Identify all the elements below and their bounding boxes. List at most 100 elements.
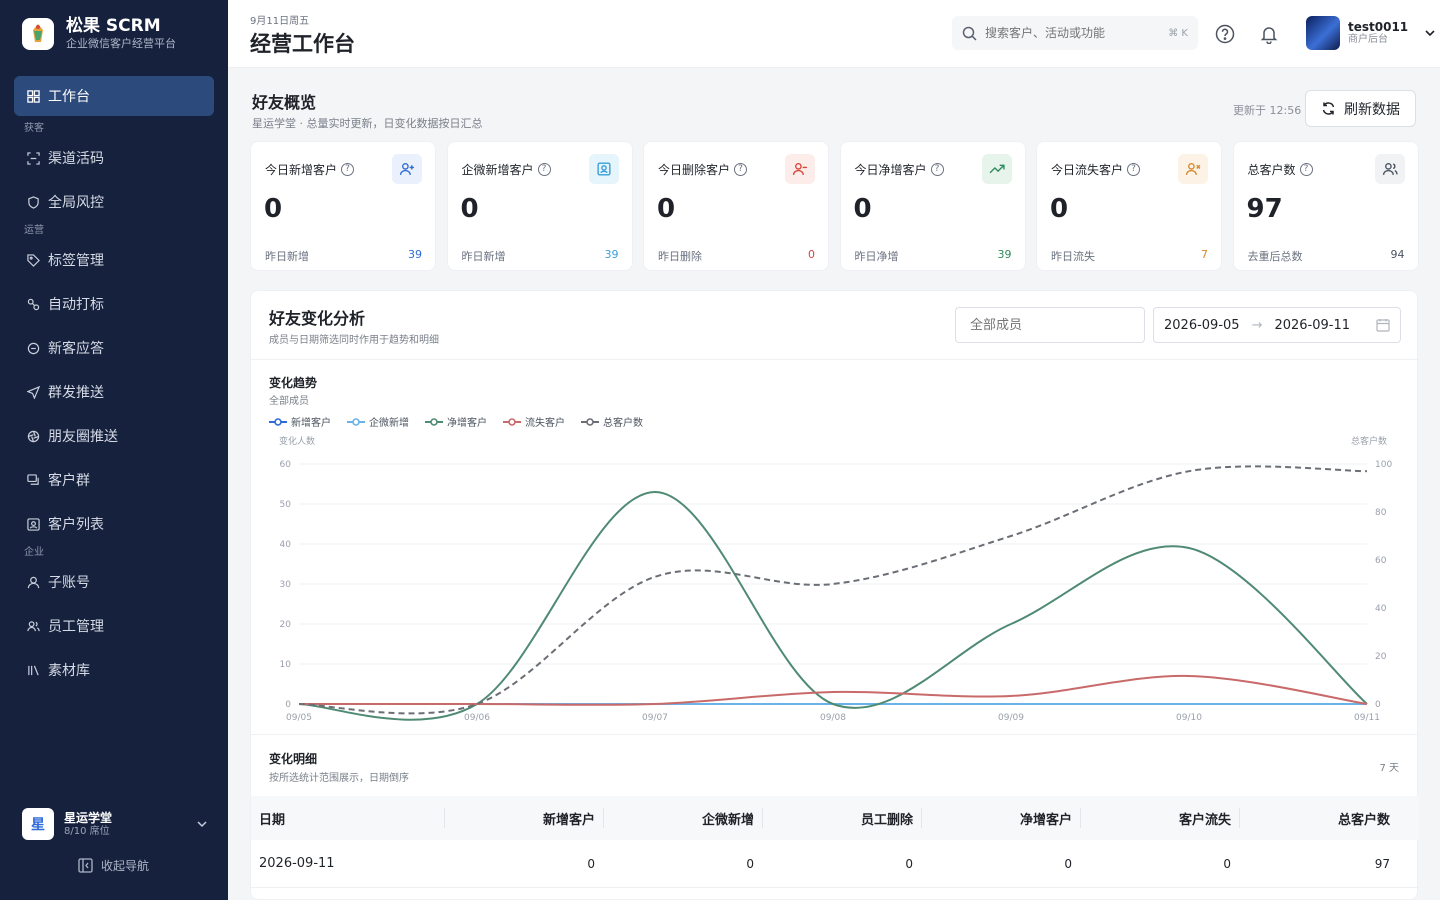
brand[interactable]: 松果 SCRM 企业微信客户经营平台 bbox=[22, 16, 176, 52]
sidebar-item-customers[interactable]: 客户列表 bbox=[14, 502, 214, 546]
stat-card[interactable]: 今日删除客户? 0 昨日删除 0 bbox=[643, 141, 829, 271]
refresh-label: 刷新数据 bbox=[1344, 101, 1400, 118]
help-icon[interactable] bbox=[1215, 24, 1235, 44]
stat-card-label: 今日新增客户? bbox=[265, 161, 355, 178]
bell-icon[interactable] bbox=[1259, 24, 1279, 45]
stat-card-foot-value: 39 bbox=[604, 248, 619, 261]
date-range-picker[interactable]: 2026-09-05 → 2026-09-11 bbox=[1153, 307, 1401, 343]
aperture-icon bbox=[26, 429, 40, 443]
analysis-subtitle: 成员与日期筛选同时作用于趋势和明细 bbox=[269, 335, 439, 346]
page-title: 经营工作台 bbox=[250, 32, 355, 56]
nav-group-operate: 运营 bbox=[24, 225, 44, 236]
detail-title: 变化明细 bbox=[269, 752, 318, 766]
x-tick-label: 09/05 bbox=[286, 713, 312, 723]
help-icon[interactable]: ? bbox=[1127, 163, 1141, 176]
sidebar-item-moments[interactable]: 朋友圈推送 bbox=[14, 414, 214, 458]
stat-card-foot-label: 昨日删除 bbox=[658, 250, 702, 263]
column-header[interactable]: 员工删除 bbox=[762, 796, 921, 840]
help-icon[interactable]: ? bbox=[1299, 163, 1313, 176]
stat-card-foot-value: 39 bbox=[997, 248, 1012, 261]
sidebar-item-label: 全局风控 bbox=[48, 195, 104, 211]
sidebar-item-channel-code[interactable]: 渠道活码 bbox=[14, 136, 214, 180]
user-icon bbox=[26, 575, 40, 589]
y-tick-label: 50 bbox=[280, 500, 292, 510]
search-icon bbox=[962, 26, 977, 41]
table-cell: 0 bbox=[905, 856, 913, 871]
stat-card-foot-value: 0 bbox=[808, 248, 815, 261]
sidebar-item-staff[interactable]: 员工管理 bbox=[14, 604, 214, 648]
column-header[interactable]: 总客户数 bbox=[1239, 796, 1398, 840]
search-input[interactable] bbox=[985, 26, 1169, 40]
chevron-down-icon bbox=[196, 815, 208, 834]
x-tick-label: 09/09 bbox=[998, 713, 1024, 723]
y2-tick-label: 80 bbox=[1375, 508, 1387, 518]
x-tick-label: 09/08 bbox=[820, 713, 846, 723]
link-icon bbox=[26, 297, 40, 311]
user-role: 商户后台 bbox=[1348, 34, 1388, 45]
sidebar-item-sub-accounts[interactable]: 子账号 bbox=[14, 560, 214, 604]
detail-subtitle: 按所选统计范围展示，日期倒序 bbox=[269, 773, 409, 784]
stat-card[interactable]: 今日流失客户? 0 昨日流失 7 bbox=[1036, 141, 1222, 271]
analysis-title: 好友变化分析 bbox=[269, 309, 366, 328]
app-logo bbox=[22, 18, 54, 50]
sidebar-item-welcome[interactable]: 新客应答 bbox=[14, 326, 214, 370]
column-header[interactable]: 净增客户 bbox=[921, 796, 1080, 840]
detail-count: 7 天 bbox=[1379, 763, 1399, 774]
sidebar-item-groups[interactable]: 客户群 bbox=[14, 458, 214, 502]
refresh-button[interactable]: 刷新数据 bbox=[1305, 90, 1416, 127]
stat-card-foot-label: 昨日新增 bbox=[461, 250, 506, 263]
stat-card[interactable]: 企微新增客户? 0 昨日新增 39 bbox=[446, 141, 633, 271]
trend-up-icon bbox=[981, 154, 1012, 184]
stat-card-value: 0 bbox=[1050, 194, 1069, 224]
org-switcher[interactable]: 星 星运学堂 8/10 席位 bbox=[22, 808, 208, 840]
sidebar-item-library[interactable]: 素材库 bbox=[14, 648, 214, 692]
user-add-icon bbox=[392, 154, 422, 184]
sidebar-item-workbench[interactable]: 工作台 bbox=[14, 76, 214, 116]
stat-card[interactable]: 总客户数? 97 去重后总数 94 bbox=[1232, 141, 1419, 271]
member-filter[interactable] bbox=[955, 307, 1145, 343]
table-row[interactable]: 2026-09-11 0 0 0 0 0 97 bbox=[251, 840, 1419, 888]
help-icon[interactable]: ? bbox=[537, 163, 551, 176]
help-icon[interactable]: ? bbox=[341, 163, 355, 176]
overview-title: 好友概览 bbox=[252, 93, 317, 112]
org-avatar: 星 bbox=[22, 808, 54, 840]
x-tick-label: 09/10 bbox=[1176, 713, 1202, 723]
help-icon[interactable]: ? bbox=[930, 163, 944, 176]
stat-card[interactable]: 今日净增客户? 0 昨日净增 39 bbox=[839, 141, 1026, 271]
stat-card-label: 今日流失客户? bbox=[1051, 161, 1141, 178]
stat-card-label: 总客户数? bbox=[1248, 161, 1313, 178]
analysis-panel: 好友变化分析 成员与日期筛选同时作用于趋势和明细 2026-09-05 → 20… bbox=[250, 290, 1419, 900]
table-cell: 0 bbox=[587, 856, 595, 871]
collapse-nav-button[interactable]: 收起导航 bbox=[78, 857, 149, 874]
table-header: 日期 新增客户 企微新增 员工删除 净增客户 客户流失 总客户数 bbox=[251, 796, 1419, 840]
dashboard-icon bbox=[26, 89, 40, 103]
column-header[interactable]: 日期 bbox=[251, 796, 444, 840]
sidebar-item-risk[interactable]: 全局风控 bbox=[14, 180, 214, 224]
sidebar-item-mass-push[interactable]: 群发推送 bbox=[14, 370, 214, 414]
contact-card-icon bbox=[26, 517, 40, 531]
y2-axis-label: 总客户数 bbox=[1351, 435, 1387, 447]
users-icon bbox=[26, 619, 40, 633]
series-line bbox=[298, 674, 1368, 706]
stat-card-label: 企微新增客户? bbox=[462, 161, 551, 178]
library-icon bbox=[26, 663, 40, 677]
column-header[interactable]: 企微新增 bbox=[603, 796, 762, 840]
search-box[interactable]: ⌘ K bbox=[952, 16, 1198, 50]
column-header[interactable]: 客户流失 bbox=[1080, 796, 1239, 840]
sidebar-item-auto-tag[interactable]: 自动打标 bbox=[14, 282, 214, 326]
sidebar-item-label: 素材库 bbox=[48, 663, 90, 679]
y2-tick-label: 40 bbox=[1375, 604, 1387, 614]
brand-name: 松果 SCRM bbox=[66, 16, 161, 36]
user-avatar bbox=[1306, 16, 1340, 50]
sidebar-item-tags[interactable]: 标签管理 bbox=[14, 238, 214, 282]
send-icon bbox=[26, 385, 40, 399]
column-header[interactable]: 新增客户 bbox=[444, 796, 603, 840]
stat-card-label: 今日净增客户? bbox=[855, 161, 944, 178]
nav-group-acquire: 获客 bbox=[24, 123, 44, 134]
stat-card-foot-value: 94 bbox=[1390, 248, 1405, 261]
tag-icon bbox=[26, 253, 40, 267]
stat-card[interactable]: 今日新增客户? 0 昨日新增 39 bbox=[250, 141, 436, 271]
user-menu[interactable]: test0011 商户后台 bbox=[1306, 16, 1436, 50]
y2-tick-label: 100 bbox=[1375, 460, 1392, 470]
help-icon[interactable]: ? bbox=[734, 163, 748, 176]
